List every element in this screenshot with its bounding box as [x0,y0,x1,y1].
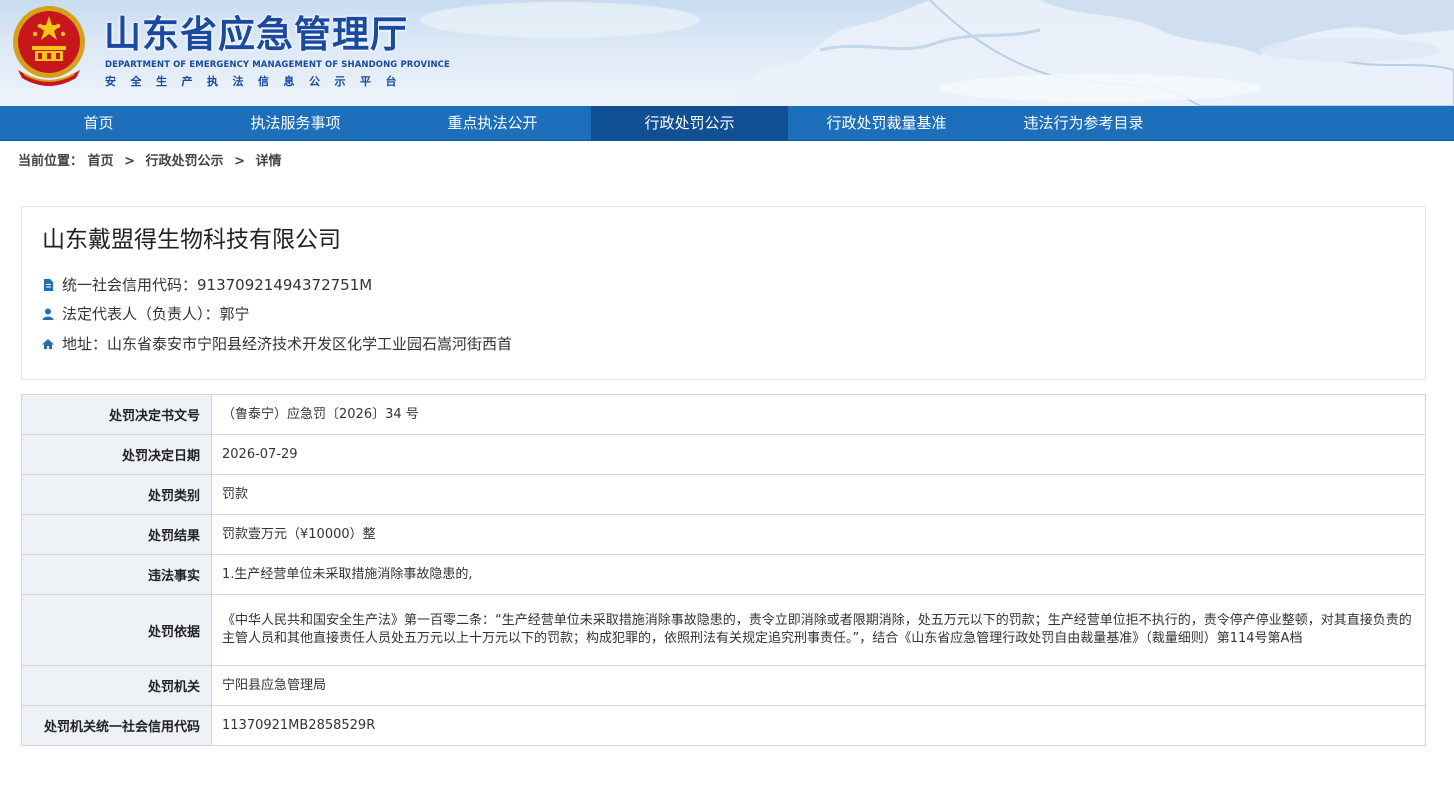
row-key: 违法事实 [21,554,212,595]
site-title-english: DEPARTMENT OF EMERGENCY MANAGEMENT OF SH… [105,60,450,70]
table-row: 处罚机关统一社会信用代码 11370921MB2858529R [21,705,1426,746]
row-key: 处罚类别 [21,474,212,515]
breadcrumb: 当前位置： 首页 > 行政处罚公示 > 详情 [0,141,1454,183]
nav-item-penalty-benchmark[interactable]: 行政处罚裁量基准 [788,106,985,141]
nav-item-home[interactable]: 首页 [0,106,197,141]
breadcrumb-separator: > [124,154,135,169]
row-value: （鲁泰宁）应急罚〔2026〕34 号 [211,394,1426,435]
credit-code-text: 统一社会信用代码：91370921494372751M [62,276,373,294]
legal-rep-line: 法定代表人（负责人）：郭宁 [42,304,250,324]
credit-code-line: 统一社会信用代码：91370921494372751M [42,275,372,295]
legal-rep-text: 法定代表人（负责人）：郭宁 [62,305,250,323]
row-value: 1.生产经营单位未采取措施消除事故隐患的, [211,554,1426,595]
table-row: 处罚决定日期 2026-07-29 [21,434,1426,475]
nav-item-penalty-disclosure[interactable]: 行政处罚公示 [591,106,788,141]
national-emblem-logo [13,6,85,86]
row-key: 处罚结果 [21,514,212,555]
address-line: 地址：山东省泰安市宁阳县经济技术开发区化学工业园石嵩河街西首 [42,334,512,354]
row-value: 罚款 [211,474,1426,515]
nav-item-enforcement-services[interactable]: 执法服务事项 [197,106,394,141]
row-key: 处罚机关统一社会信用代码 [21,705,212,746]
row-value: 2026-07-29 [211,434,1426,475]
row-value: 《中华人民共和国安全生产法》第一百零二条：“生产经营单位未采取措施消除事故隐患的… [211,594,1426,666]
table-row: 处罚机关 宁阳县应急管理局 [21,665,1426,706]
breadcrumb-separator: > [234,154,245,169]
row-key: 处罚机关 [21,665,212,706]
table-row: 处罚结果 罚款壹万元（¥10000）整 [21,514,1426,555]
home-icon [42,338,54,350]
table-row: 处罚依据 《中华人民共和国安全生产法》第一百零二条：“生产经营单位未采取措施消除… [21,594,1426,666]
row-value: 11370921MB2858529R [211,705,1426,746]
breadcrumb-penalty-link[interactable]: 行政处罚公示 [146,154,224,169]
nav-item-key-enforcement[interactable]: 重点执法公开 [394,106,591,141]
address-text: 地址：山东省泰安市宁阳县经济技术开发区化学工业园石嵩河街西首 [62,335,513,353]
row-key: 处罚依据 [21,594,212,666]
site-title: 山东省应急管理厅 [104,13,408,56]
table-row: 处罚类别 罚款 [21,474,1426,515]
row-key: 处罚决定书文号 [21,394,212,435]
row-key: 处罚决定日期 [21,434,212,475]
row-value: 宁阳县应急管理局 [211,665,1426,706]
user-icon [42,308,54,320]
document-icon [42,279,54,291]
breadcrumb-current: 详情 [255,154,282,169]
penalty-detail-table: 处罚决定书文号 （鲁泰宁）应急罚〔2026〕34 号 处罚决定日期 2026-0… [21,394,1426,746]
breadcrumb-home-link[interactable]: 首页 [88,154,114,169]
nav-item-violation-catalog[interactable]: 违法行为参考目录 [985,106,1182,141]
row-value: 罚款壹万元（¥10000）整 [211,514,1426,555]
site-subtitle: 安全生产执法信息公示平台 [105,75,411,88]
table-row: 处罚决定书文号 （鲁泰宁）应急罚〔2026〕34 号 [21,394,1426,435]
site-banner: 山东省应急管理厅 DEPARTMENT OF EMERGENCY MANAGEM… [0,0,1454,106]
company-info-card: 山东戴盟得生物科技有限公司 统一社会信用代码：91370921494372751… [21,206,1426,380]
table-row: 违法事实 1.生产经营单位未采取措施消除事故隐患的, [21,554,1426,595]
main-nav: 首页 执法服务事项 重点执法公开 行政处罚公示 行政处罚裁量基准 违法行为参考目… [0,106,1454,141]
company-name: 山东戴盟得生物科技有限公司 [42,227,341,253]
breadcrumb-prefix: 当前位置： [18,154,84,169]
